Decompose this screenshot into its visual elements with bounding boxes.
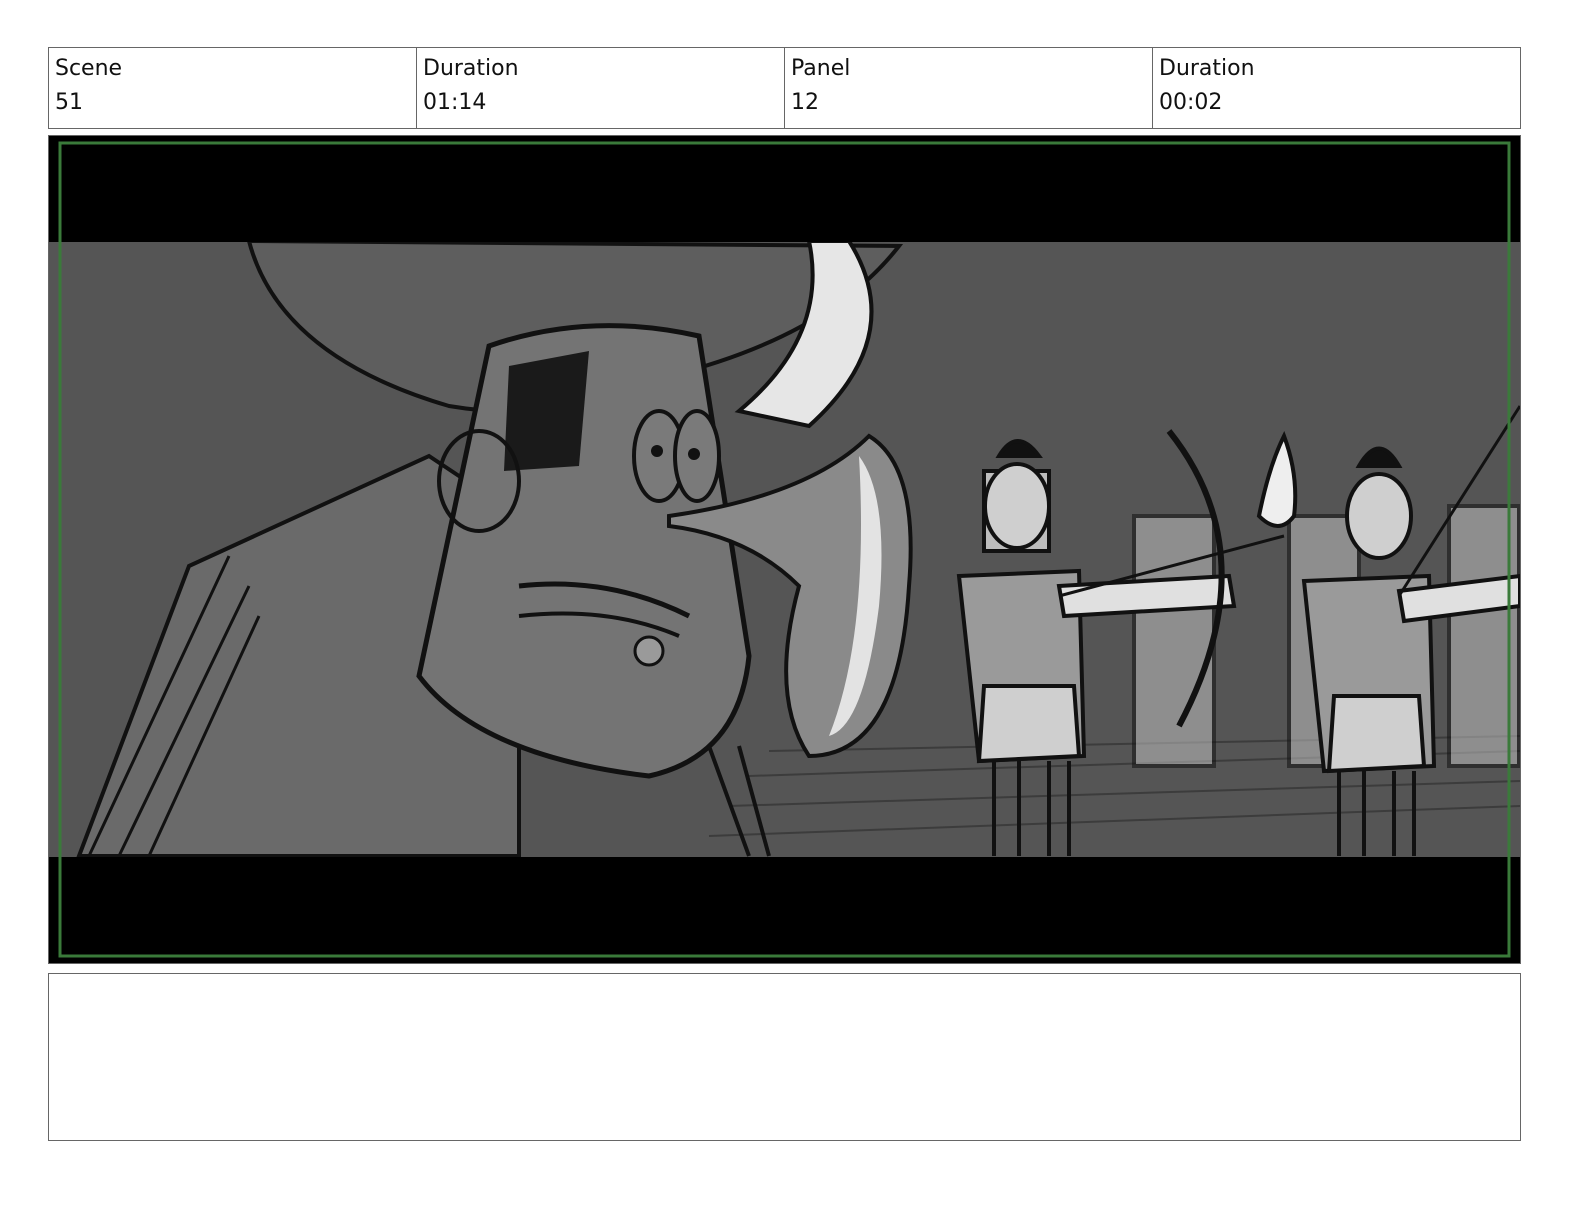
storyboard-panel-frame <box>48 135 1521 964</box>
panel-value: 12 <box>791 90 819 115</box>
panel-duration-label: Duration <box>1159 56 1255 81</box>
storyboard-sketch <box>49 136 1520 963</box>
panel-duration-cell: Duration 00:02 <box>1153 48 1520 128</box>
scene-cell: Scene 51 <box>49 48 417 128</box>
notes-box <box>48 973 1521 1141</box>
scene-label: Scene <box>55 56 123 81</box>
scene-value: 51 <box>55 90 83 115</box>
panel-duration-value: 00:02 <box>1159 90 1223 115</box>
panel-label: Panel <box>791 56 851 81</box>
storyboard-header: Scene 51 Duration 01:14 Panel 12 Duratio… <box>48 47 1521 129</box>
scene-duration-label: Duration <box>423 56 519 81</box>
letterbox-top <box>49 136 1520 242</box>
panel-cell: Panel 12 <box>785 48 1153 128</box>
scene-duration-value: 01:14 <box>423 90 487 115</box>
scene-duration-cell: Duration 01:14 <box>417 48 785 128</box>
letterbox-bottom <box>49 857 1520 963</box>
